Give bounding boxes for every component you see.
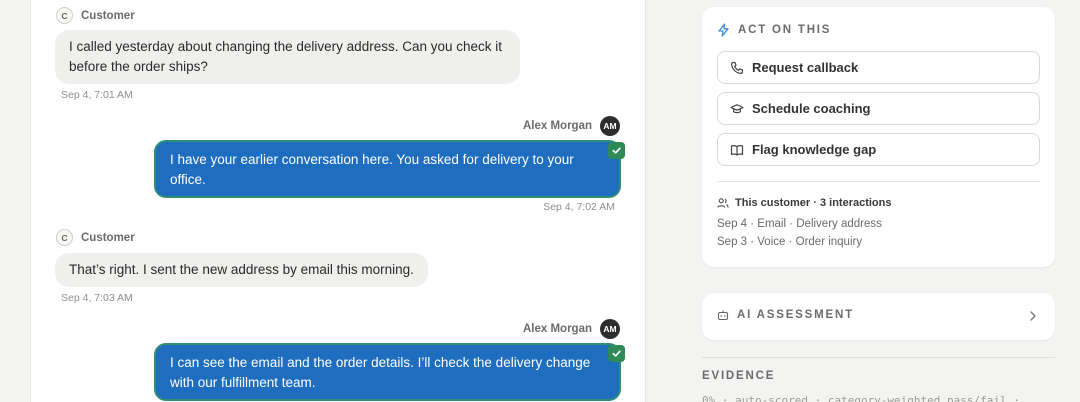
check-icon — [608, 142, 625, 159]
ai-assessment-label: AI ASSESSMENT — [737, 309, 854, 321]
schedule-coaching-button[interactable]: Schedule coaching — [717, 92, 1040, 125]
act-on-this-label: ACT ON THIS — [738, 24, 832, 36]
sender-name: Alex Morgan — [522, 323, 592, 335]
message-sender: C Customer — [56, 7, 135, 24]
users-icon — [717, 198, 729, 208]
evidence-text: 0% · auto-scored · category-weighted pas… — [702, 394, 1020, 402]
check-icon — [608, 345, 625, 362]
schedule-coaching-label: Schedule coaching — [752, 101, 871, 116]
chevron-right-icon — [1029, 310, 1037, 322]
customer-avatar: C — [56, 229, 73, 246]
interaction-item: Sep 3 · Voice · Order inquiry — [717, 236, 863, 248]
customer-message: I called yesterday about changing the de… — [55, 30, 520, 84]
lightning-icon — [717, 23, 730, 37]
divider — [717, 181, 1040, 182]
sender-name: Alex Morgan — [522, 120, 592, 132]
customer-avatar: C — [56, 7, 73, 24]
act-on-this-title: ACT ON THIS — [717, 23, 831, 37]
flag-knowledge-gap-button[interactable]: Flag knowledge gap — [717, 133, 1040, 166]
ai-assessment-title: AI ASSESSMENT — [717, 309, 854, 321]
conversation-panel: C Customer I called yesterday about chan… — [30, 0, 646, 402]
customer-message: That’s right. I sent the new address by … — [55, 253, 428, 287]
agent-message: I can see the email and the order detail… — [154, 343, 625, 401]
message-sender: C Customer — [56, 229, 135, 246]
robot-icon — [717, 309, 729, 321]
phone-icon — [731, 61, 743, 74]
section-divider — [702, 357, 1055, 358]
evidence-title: EVIDENCE — [702, 370, 776, 382]
agent-message-text: I can see the email and the order detail… — [170, 355, 591, 390]
message-timestamp: Sep 4, 7:01 AM — [61, 89, 133, 101]
customer-summary-label: This customer · 3 interactions — [735, 197, 892, 209]
customer-summary-heading: This customer · 3 interactions — [717, 197, 891, 209]
message-timestamp: Sep 4, 7:02 AM — [543, 201, 615, 213]
flag-knowledge-gap-label: Flag knowledge gap — [752, 142, 877, 157]
request-callback-button[interactable]: Request callback — [717, 51, 1040, 84]
message-sender: Alex Morgan AM — [523, 319, 620, 339]
ai-assessment-button[interactable]: AI ASSESSMENT — [702, 293, 1055, 340]
agent-avatar: AM — [600, 319, 620, 339]
message-sender: Alex Morgan AM — [523, 116, 620, 136]
book-open-icon — [730, 144, 744, 156]
sender-name: Customer — [81, 231, 135, 244]
act-on-this-card: ACT ON THIS Request callback Schedule co… — [702, 7, 1055, 267]
agent-avatar: AM — [600, 116, 620, 136]
graduation-cap-icon — [730, 103, 744, 113]
interaction-item: Sep 4 · Email · Delivery address — [717, 218, 882, 230]
agent-message-text: I have your earlier conversation here. Y… — [170, 152, 574, 187]
request-callback-label: Request callback — [752, 60, 859, 75]
sender-name: Customer — [81, 9, 135, 22]
agent-message: I have your earlier conversation here. Y… — [154, 140, 625, 198]
message-timestamp: Sep 4, 7:03 AM — [61, 292, 133, 304]
